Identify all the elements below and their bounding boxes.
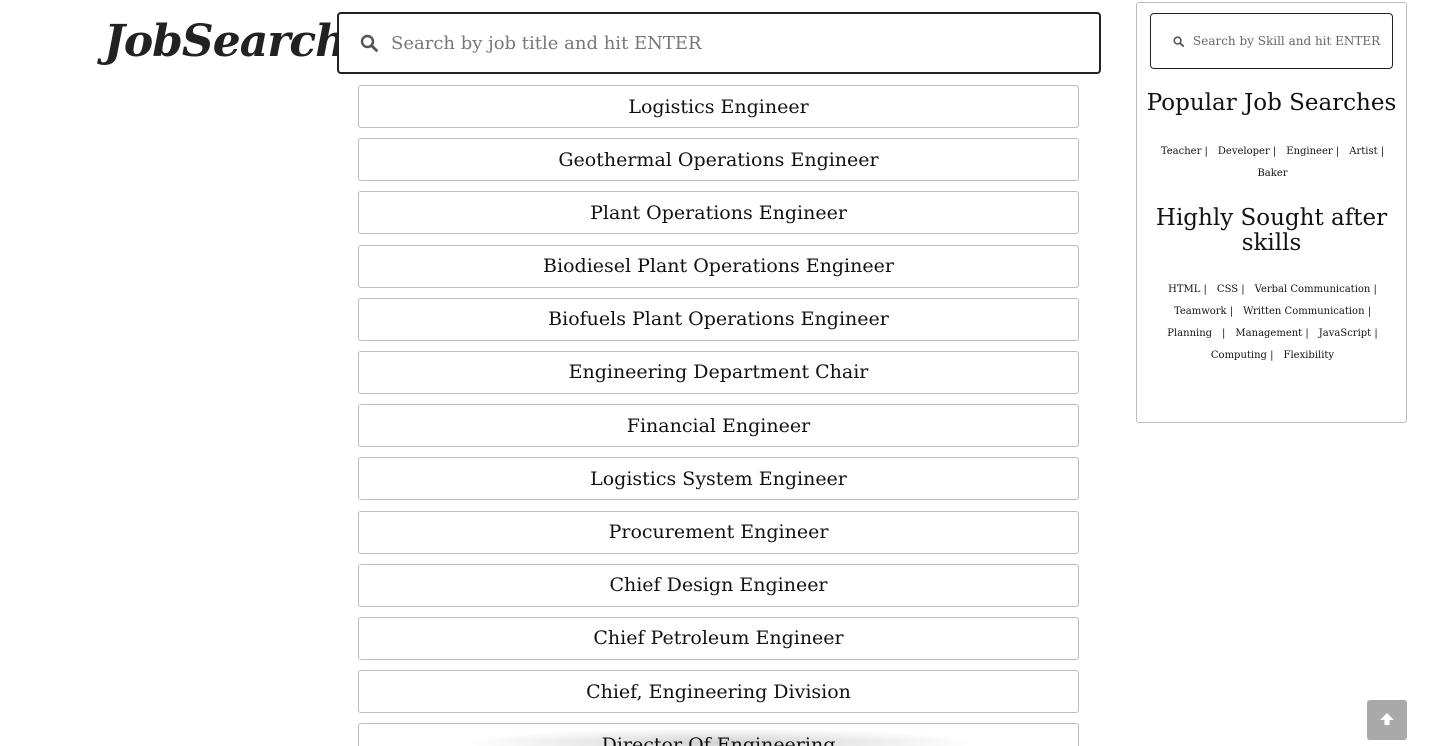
skill-tag[interactable]: CSS |: [1217, 279, 1245, 301]
popular-searches-heading: Popular Job Searches: [1146, 90, 1397, 116]
skill-tag[interactable]: Computing |: [1211, 345, 1274, 367]
skill-search-bar[interactable]: [1150, 13, 1393, 69]
job-search-input[interactable]: [389, 22, 1099, 64]
popular-search-tag[interactable]: Baker: [1257, 163, 1287, 185]
job-list-item[interactable]: Chief, Engineering Division: [358, 670, 1079, 714]
sidebar: Popular Job Searches Teacher | Developer …: [1136, 2, 1407, 423]
job-list-item[interactable]: Biofuels Plant Operations Engineer: [358, 297, 1079, 341]
popular-search-tag[interactable]: Developer |: [1218, 141, 1276, 163]
popular-searches-tags: Teacher | Developer | Engineer | Artist | Ba…: [1145, 141, 1400, 185]
popular-search-tag[interactable]: Engineer |: [1286, 141, 1339, 163]
popular-search-tag[interactable]: Artist |: [1349, 141, 1384, 163]
job-list: Logistics Engineer Geothermal Operations …: [358, 85, 1079, 746]
skill-tag[interactable]: |: [1222, 323, 1225, 345]
job-list-item[interactable]: Chief Design Engineer: [358, 563, 1079, 607]
skill-tag[interactable]: Written Communication |: [1243, 301, 1371, 323]
job-list-item[interactable]: Plant Operations Engineer: [358, 191, 1079, 235]
job-list-item[interactable]: Director Of Engineering: [358, 723, 1079, 746]
popular-search-tag[interactable]: Teacher |: [1161, 141, 1208, 163]
page: JobSearch Logistics Engineer Geothermal O…: [0, 0, 1436, 746]
job-list-item[interactable]: Financial Engineer: [358, 404, 1079, 448]
skill-tag[interactable]: JavaScript |: [1319, 323, 1378, 345]
job-list-item[interactable]: Chief Petroleum Engineer: [358, 616, 1079, 660]
sought-skills-heading: Highly Sought after skills: [1155, 205, 1388, 256]
arrow-up-icon: [1379, 711, 1395, 730]
job-list-item[interactable]: Geothermal Operations Engineer: [358, 138, 1079, 182]
skill-tag[interactable]: Verbal Communication |: [1255, 279, 1377, 301]
skill-tag[interactable]: Management |: [1235, 323, 1308, 345]
search-icon: [1173, 35, 1185, 47]
skill-search-input[interactable]: [1191, 33, 1392, 49]
job-list-item[interactable]: Procurement Engineer: [358, 510, 1079, 554]
scroll-to-top-button[interactable]: [1367, 700, 1407, 740]
job-list-item[interactable]: Engineering Department Chair: [358, 350, 1079, 394]
job-list-item[interactable]: Biodiesel Plant Operations Engineer: [358, 244, 1079, 288]
skill-tag[interactable]: HTML |: [1168, 279, 1207, 301]
job-search-bar[interactable]: [337, 12, 1101, 74]
job-list-item[interactable]: Logistics System Engineer: [358, 457, 1079, 501]
logo[interactable]: JobSearch: [104, 12, 347, 72]
skill-tag[interactable]: Planning: [1167, 323, 1212, 345]
search-icon: [359, 33, 379, 53]
skill-tag[interactable]: Teamwork |: [1174, 301, 1233, 323]
skill-tag[interactable]: Flexibility: [1284, 345, 1335, 367]
job-list-item[interactable]: Logistics Engineer: [358, 85, 1079, 128]
sought-skills-tags: HTML | CSS | Verbal Communication | Teamwor…: [1145, 279, 1400, 367]
